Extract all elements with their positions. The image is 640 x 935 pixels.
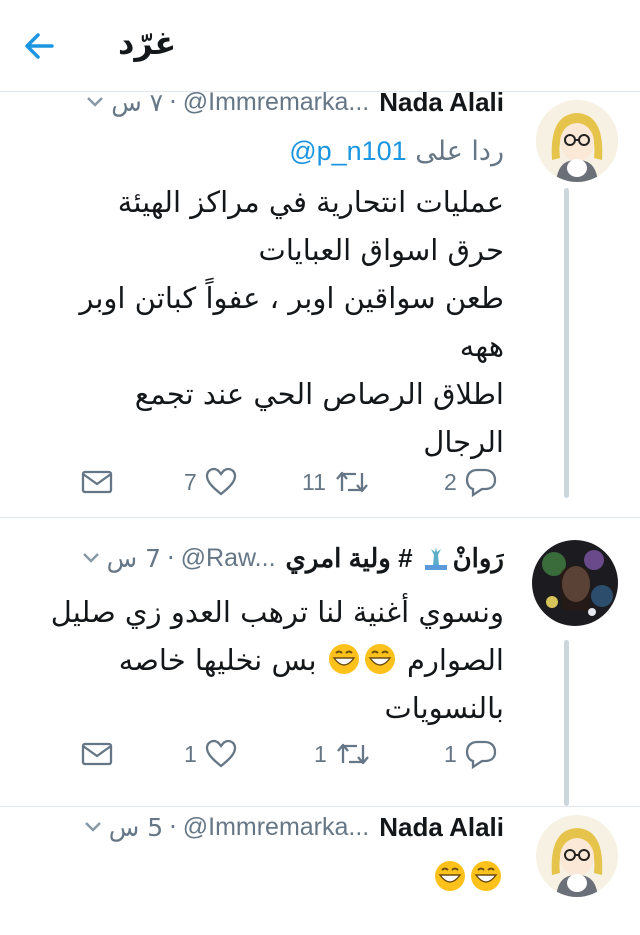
tweet-line: حرق اسواق العبايات	[258, 233, 504, 267]
page-title: غرّد	[118, 24, 177, 62]
avatar[interactable]	[536, 815, 618, 897]
tweet-line-with-emoji: الصوارم بس نخليها خاصه	[20, 636, 504, 684]
dm-button[interactable]	[80, 734, 114, 774]
tweet-line: ههه	[459, 329, 504, 363]
reply-mention-link[interactable]: @p_n101	[289, 136, 407, 166]
tweet-header: رَوانْ # ولية امري @Raw... · 7 س	[20, 538, 504, 578]
thread-line	[564, 188, 569, 498]
separator-dot: ·	[169, 88, 177, 116]
tweet-line: الرجال	[423, 425, 504, 459]
tweet-line: بالنسويات	[384, 691, 504, 725]
retweet-button[interactable]: 1	[314, 734, 371, 774]
tweet-actions: 1 1 1	[80, 734, 520, 774]
tweet-time[interactable]: 7 س	[107, 544, 161, 573]
reply-button[interactable]: 2	[444, 462, 497, 502]
reply-count: 1	[444, 740, 457, 767]
tweet-text: عمليات انتحارية في مراكز الهيئة حرق اسوا…	[20, 178, 504, 466]
tweet-text	[20, 853, 504, 901]
tweet-actions: 7 11 2	[80, 462, 520, 502]
tweet-line-emoji	[20, 853, 504, 901]
app-header: غرّد	[0, 0, 640, 92]
tweet-text: ونسوي أغنية لنا ترهب العدو زي صليل الصوا…	[20, 588, 504, 732]
author-name[interactable]: رَوانْ	[453, 543, 504, 574]
reply-context: ردا على @p_n101	[289, 136, 504, 167]
grinning-emoji-icon	[364, 641, 396, 674]
retweet-icon	[336, 743, 369, 765]
envelope-icon	[81, 470, 113, 494]
separator-dot: ·	[167, 544, 175, 572]
reply-prefix: ردا على	[415, 136, 504, 167]
tweet-line: الصوارم	[406, 643, 504, 677]
tweet-2[interactable]: رَوانْ # ولية امري @Raw... · 7 س ونسوي أ…	[0, 518, 640, 806]
reply-icon	[465, 468, 496, 497]
chevron-down-icon[interactable]	[85, 95, 105, 109]
retweet-count: 11	[302, 468, 326, 495]
avatar[interactable]	[532, 540, 618, 626]
grinning-emoji-icon	[470, 858, 502, 891]
back-arrow-icon[interactable]	[18, 26, 62, 66]
retweet-count: 1	[314, 740, 327, 767]
tweet-line: طعن سواقين اوبر ، عفواً كباتن اوبر	[79, 281, 504, 315]
tweet-line: عمليات انتحارية في مراكز الهيئة	[117, 185, 504, 219]
grinning-emoji-icon	[434, 858, 466, 891]
envelope-icon	[81, 742, 113, 766]
retweet-icon	[336, 471, 368, 493]
tweet-line: ونسوي أغنية لنا ترهب العدو زي صليل	[50, 595, 504, 629]
author-name-suffix: # ولية امري	[285, 542, 413, 573]
chevron-down-icon[interactable]	[81, 551, 101, 565]
separator-dot: ·	[169, 813, 177, 841]
reply-count: 2	[444, 468, 457, 495]
like-button[interactable]: 7	[184, 462, 237, 502]
like-count: 7	[184, 468, 197, 495]
like-count: 1	[184, 740, 197, 767]
retweet-button[interactable]: 11	[302, 462, 370, 502]
reply-icon	[465, 740, 496, 769]
like-button[interactable]: 1	[184, 734, 237, 774]
author-handle[interactable]: @Raw...	[181, 544, 276, 573]
tweet-line: بس نخليها خاصه	[118, 643, 317, 677]
tweet-3[interactable]: Nada Alali @Immremarka... · 5 س	[0, 807, 640, 935]
reply-button[interactable]: 1	[444, 734, 497, 774]
tweet-header: Nada Alali @Immremarka... · 5 س	[20, 807, 504, 847]
thread-line	[564, 640, 569, 806]
chevron-down-icon[interactable]	[83, 820, 103, 834]
author-handle[interactable]: @Immremarka...	[183, 813, 370, 842]
tweet-line: اطلاق الرصاص الحي عند تجمع	[134, 377, 504, 411]
author-name[interactable]: Nada Alali	[379, 812, 504, 843]
heart-icon	[205, 739, 236, 768]
dm-button[interactable]	[80, 462, 114, 502]
avatar[interactable]	[536, 100, 618, 182]
tweet-time[interactable]: 5 س	[109, 813, 163, 842]
heart-icon	[205, 467, 236, 496]
grinning-emoji-icon	[328, 641, 360, 674]
statue-emoji-icon	[423, 545, 449, 571]
